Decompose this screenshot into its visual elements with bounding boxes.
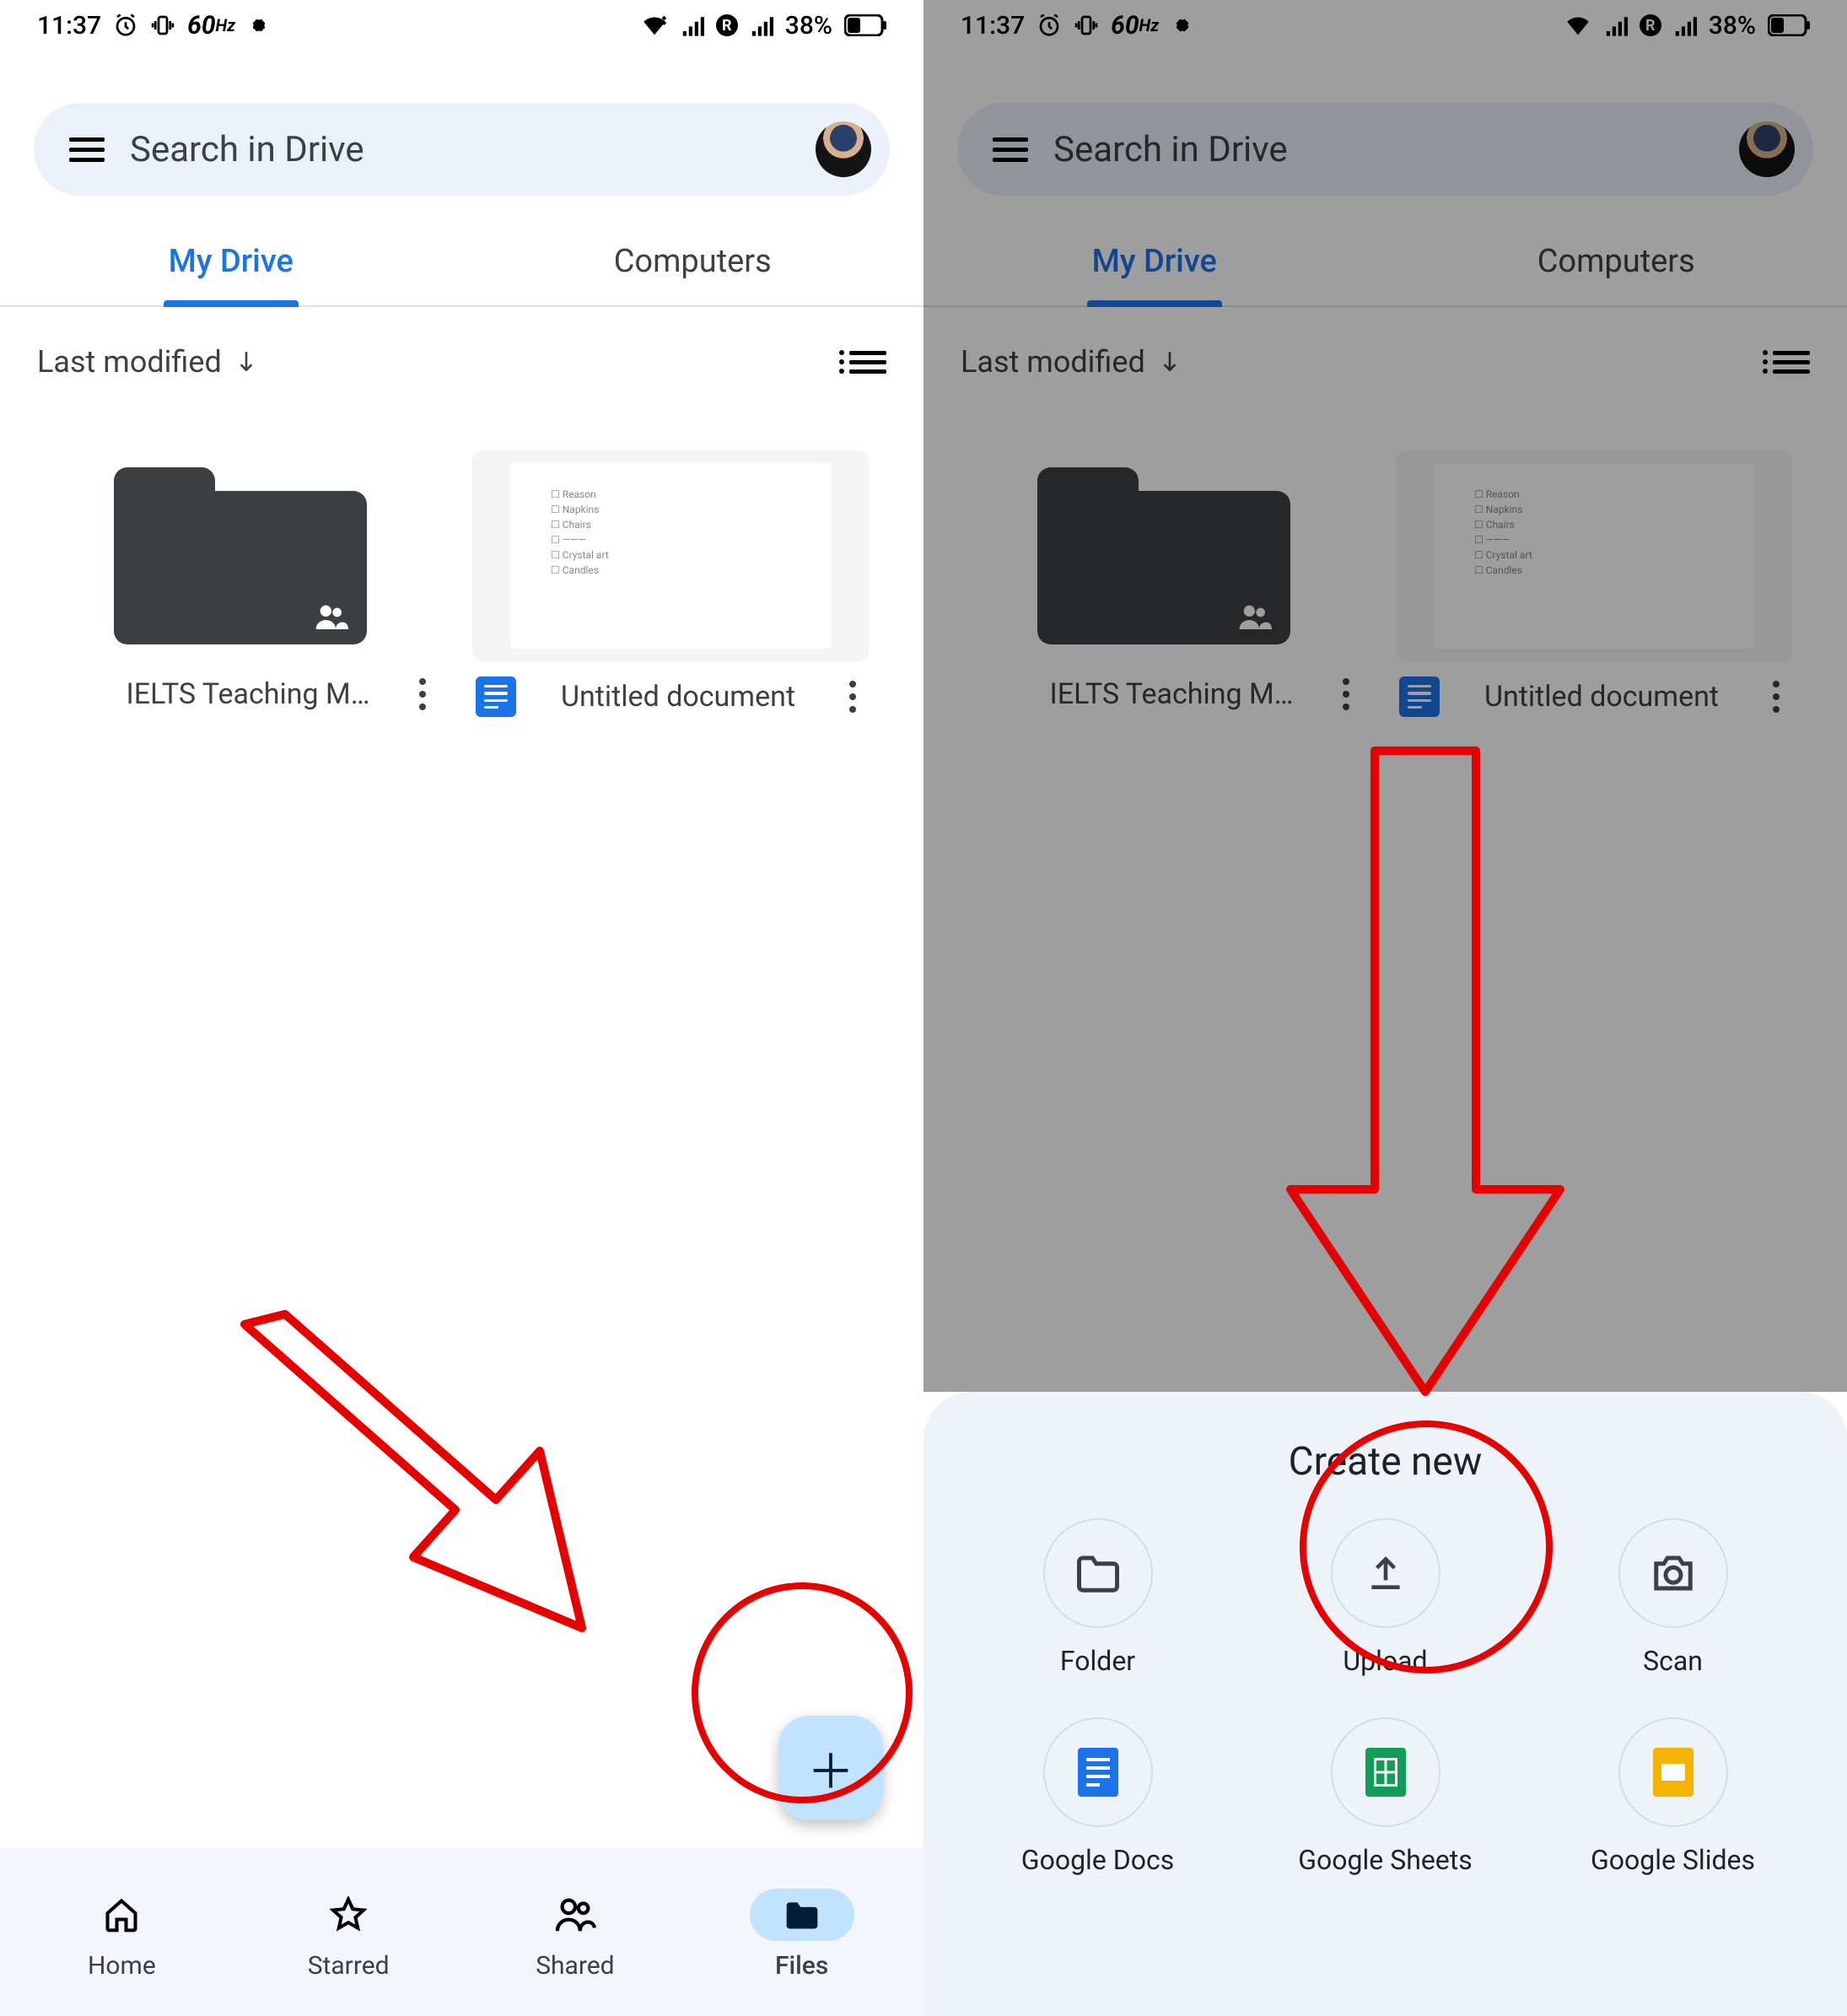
folder-icon xyxy=(114,467,367,644)
left-screenshot: 11:37 60Hz xyxy=(0,0,924,2016)
google-sheets-icon xyxy=(1365,1748,1406,1797)
battery-icon xyxy=(844,14,886,36)
people-icon xyxy=(554,1896,596,1933)
create-fab[interactable]: ＋ xyxy=(778,1716,883,1820)
star-icon xyxy=(330,1896,367,1933)
nav-files[interactable]: Files xyxy=(750,1889,854,1981)
upload-icon xyxy=(1365,1552,1407,1594)
nav-starred[interactable]: Starred xyxy=(296,1889,401,1981)
tab-computers[interactable]: Computers xyxy=(462,214,924,305)
list-view-icon[interactable] xyxy=(839,351,886,374)
doc-preview: ☐ Reason ☐ Napkins ☐ Chairs ☐ ——— ☐ Crys… xyxy=(510,463,831,649)
bottom-nav: Home Starred Shared Files xyxy=(0,1847,924,2016)
wifi-icon xyxy=(640,13,669,38)
home-icon xyxy=(103,1896,140,1933)
scrim[interactable] xyxy=(924,0,1847,1392)
folder-outline-icon xyxy=(1075,1554,1121,1593)
sheet-sheets[interactable]: Google Sheets xyxy=(1241,1717,1529,1876)
sort-button[interactable]: Last modified xyxy=(37,344,257,380)
more-icon[interactable] xyxy=(410,678,435,710)
alarm-icon xyxy=(113,13,138,38)
item-label: IELTS Teaching M… xyxy=(100,676,396,713)
plus-icon: ＋ xyxy=(807,1734,854,1803)
folder-filled-icon xyxy=(783,1898,821,1932)
doc-item[interactable]: ☐ Reason ☐ Napkins ☐ Chairs ☐ ——— ☐ Crys… xyxy=(472,450,869,717)
shared-icon xyxy=(315,604,348,629)
more-icon[interactable] xyxy=(840,681,865,713)
sheet-slides[interactable]: Google Slides xyxy=(1529,1717,1817,1876)
sheet-folder[interactable]: Folder xyxy=(954,1518,1241,1677)
sheet-docs[interactable]: Google Docs xyxy=(954,1717,1241,1876)
sheet-scan[interactable]: Scan xyxy=(1529,1518,1817,1677)
tabs: My Drive Computers xyxy=(0,214,924,307)
arrow-down-icon xyxy=(235,349,257,375)
search-placeholder: Search in Drive xyxy=(130,129,790,170)
nav-shared[interactable]: Shared xyxy=(523,1889,627,1981)
camera-icon xyxy=(1650,1554,1696,1593)
search-bar[interactable]: Search in Drive xyxy=(34,103,890,196)
right-screenshot: 11:37 60Hz R 38% Search in Drive xyxy=(924,0,1847,2016)
docs-icon xyxy=(476,676,516,717)
tab-my-drive[interactable]: My Drive xyxy=(0,214,462,305)
signal-icon-1 xyxy=(681,14,704,36)
create-new-sheet: Create new Folder Upload Scan Google Doc… xyxy=(924,1392,1847,2016)
status-bar: 11:37 60Hz xyxy=(0,0,924,51)
sheet-title: Create new xyxy=(954,1439,1817,1485)
nav-home[interactable]: Home xyxy=(69,1889,174,1981)
item-label: Untitled document xyxy=(530,679,827,715)
hamburger-icon[interactable] xyxy=(69,137,105,162)
refresh-rate: 60Hz xyxy=(187,11,235,40)
google-slides-icon xyxy=(1653,1748,1694,1797)
signal-icon-2 xyxy=(750,14,773,36)
status-time: 11:37 xyxy=(37,11,101,40)
google-docs-icon xyxy=(1078,1748,1118,1797)
avatar[interactable] xyxy=(816,121,871,177)
sheet-upload[interactable]: Upload xyxy=(1241,1518,1529,1677)
battery-pct: 38% xyxy=(785,11,832,40)
vibrate-icon xyxy=(150,13,175,38)
roaming-badge: R xyxy=(716,14,738,36)
annotation-arrow xyxy=(194,1291,675,1653)
fan-icon xyxy=(247,13,271,37)
folder-item[interactable]: IELTS Teaching M… xyxy=(42,450,439,717)
